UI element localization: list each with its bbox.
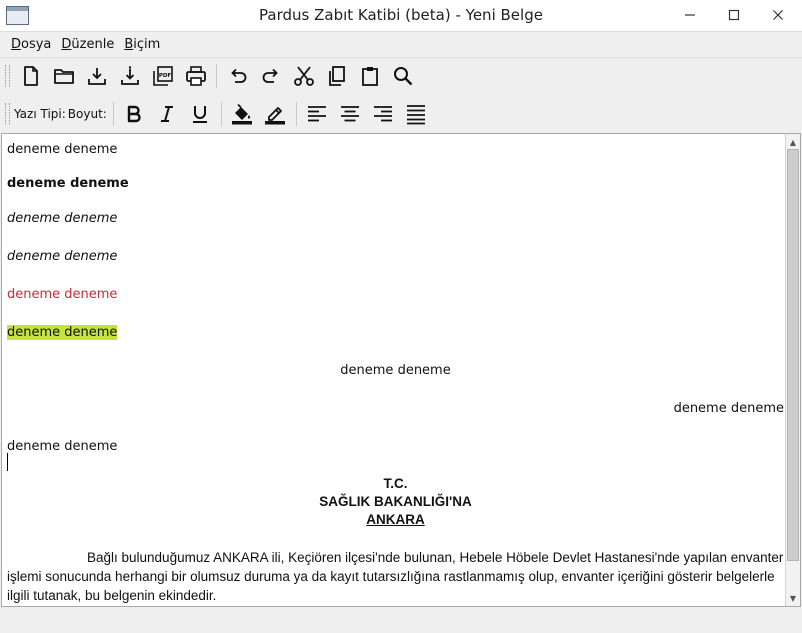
toolbar-grip[interactable]: [5, 64, 10, 87]
text-line-italic: deneme deneme: [7, 249, 118, 264]
letter-heading: T.C. SAĞLIK BAKANLIĞI'NA ANKARA: [7, 475, 784, 529]
underline-icon: [193, 106, 208, 123]
text-line-red: deneme deneme: [7, 287, 118, 302]
align-left-button[interactable]: [301, 99, 334, 129]
format-toolbar-grip[interactable]: [5, 103, 10, 125]
menu-duzenle[interactable]: Düzenle: [56, 33, 119, 56]
export-pdf-button[interactable]: PDF: [146, 61, 179, 91]
search-icon: [393, 66, 412, 85]
redo-icon: [262, 68, 278, 83]
new-file-icon: [23, 65, 38, 86]
highlight-color-button[interactable]: [226, 99, 259, 129]
heading-line: SAĞLIK BAKANLIĞI'NA: [319, 494, 472, 509]
print-button[interactable]: [179, 61, 212, 91]
maximize-icon: [728, 9, 740, 21]
new-document-button[interactable]: [14, 61, 47, 91]
save-as-button[interactable]: [113, 61, 146, 91]
align-center-icon: [341, 106, 360, 122]
save-as-icon: [120, 65, 139, 85]
copy-button[interactable]: [320, 61, 353, 91]
size-label[interactable]: Boyut:: [68, 107, 107, 121]
underline-button[interactable]: [184, 99, 217, 129]
folder-icon: [53, 68, 74, 84]
scroll-down-arrow[interactable]: ▼: [786, 591, 800, 605]
bold-button[interactable]: [118, 99, 151, 129]
align-center-button[interactable]: [334, 99, 367, 129]
font-label[interactable]: Yazı Tipi:: [14, 107, 66, 121]
align-right-button[interactable]: [367, 99, 400, 129]
undo-button[interactable]: [221, 61, 254, 91]
menu-bicim[interactable]: Biçim: [119, 33, 165, 56]
italic-icon: [161, 106, 174, 122]
maximize-button[interactable]: [723, 5, 745, 25]
open-document-button[interactable]: [47, 61, 80, 91]
cut-button[interactable]: [287, 61, 320, 91]
heading-line: ANKARA: [366, 512, 425, 527]
toolbar-separator: [112, 102, 114, 126]
text-cursor: [7, 453, 8, 471]
text-line-plain: deneme deneme: [7, 142, 118, 157]
status-bar: [0, 609, 802, 633]
paste-button[interactable]: [353, 61, 386, 91]
main-toolbar: PDF: [0, 57, 802, 93]
bold-icon: [128, 105, 141, 123]
menu-bar: Dosya Düzenle Biçim: [0, 33, 802, 56]
align-justify-icon: [407, 105, 426, 125]
scroll-thumb[interactable]: [787, 149, 799, 561]
letter-paragraph: Bağlı bulunduğumuz ANKARA ili, Keçiören …: [7, 550, 784, 603]
pdf-icon: PDF: [152, 65, 173, 86]
scroll-up-arrow[interactable]: ▲: [786, 135, 800, 149]
text-line-right-aligned: deneme deneme: [673, 401, 784, 416]
svg-text:PDF: PDF: [158, 73, 171, 79]
paint-bucket-icon: [232, 103, 253, 125]
toolbar-separator: [216, 63, 217, 88]
justify-button[interactable]: [400, 99, 433, 129]
italic-button[interactable]: [151, 99, 184, 129]
text-line-plain: deneme deneme: [7, 439, 118, 454]
title-bar: Pardus Zabıt Katibi (beta) - Yeni Belge: [0, 0, 802, 32]
text-line-italic: deneme deneme: [7, 211, 118, 226]
clipboard-icon: [361, 66, 378, 86]
minimize-button[interactable]: [679, 5, 701, 25]
find-button[interactable]: [386, 61, 419, 91]
close-button[interactable]: [767, 5, 789, 25]
toolbar-separator: [220, 102, 222, 126]
save-button[interactable]: [80, 61, 113, 91]
text-color-button[interactable]: [259, 99, 292, 129]
align-left-icon: [308, 106, 327, 122]
heading-line: T.C.: [383, 476, 408, 491]
scissors-icon: [293, 65, 314, 86]
text-line-bold: deneme deneme: [7, 176, 129, 191]
toolbar-separator: [295, 102, 297, 126]
text-line-highlighted: deneme deneme: [7, 325, 118, 340]
text-line-centered: deneme deneme: [340, 363, 451, 378]
undo-icon: [230, 68, 246, 83]
printer-icon: [185, 65, 206, 86]
close-icon: [773, 10, 783, 20]
pen-icon: [265, 107, 286, 125]
align-right-icon: [374, 106, 393, 122]
menu-dosya[interactable]: Dosya: [6, 33, 56, 56]
copy-icon: [328, 65, 345, 86]
save-download-icon: [87, 67, 106, 85]
redo-button[interactable]: [254, 61, 287, 91]
format-toolbar: Yazı Tipi: Boyut:: [0, 97, 802, 131]
vertical-scrollbar[interactable]: ▲ ▼: [785, 134, 800, 606]
document-editor[interactable]: deneme deneme deneme deneme deneme denem…: [1, 133, 801, 607]
minimize-icon: [685, 14, 695, 16]
